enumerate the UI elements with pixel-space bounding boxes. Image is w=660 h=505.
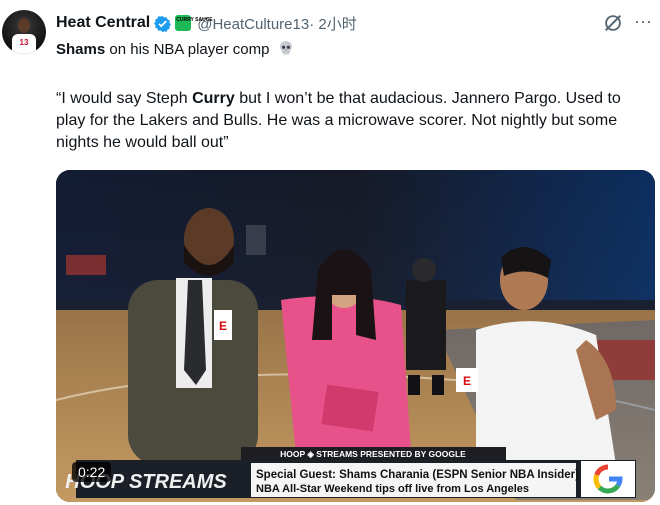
mention-shams: Shams [56, 41, 106, 58]
handle-text: @HeatCulture13 [197, 15, 310, 33]
skull-emoji-icon [279, 41, 292, 55]
avatar-head [18, 18, 30, 33]
quote-bold-curry: Curry [192, 90, 235, 107]
grok-icon[interactable] [602, 12, 624, 34]
guest-line: Special Guest: Shams Charania (ESPN Seni… [256, 469, 579, 481]
banner-top-text: HOOP ◈ STREAMS PRESENTED BY GOOGLE [280, 449, 466, 459]
line1-rest: on his NBA player comp [105, 41, 270, 58]
affiliate-badge-text: CURRY SAUCE [176, 17, 213, 23]
tweet: 13 Heat Central CURRY SAUCE @HeatCulture… [0, 0, 660, 505]
quote-part1: “I would say Steph [56, 90, 193, 107]
video-player[interactable]: E E HOOP ◈ STREAMS PRESENTED BY GOOGLE H… [56, 170, 655, 502]
mic-left-logo: E [219, 319, 227, 333]
ticker-line: NBA All-Star Weekend tips off live from … [256, 483, 529, 495]
tweet-header: Heat Central CURRY SAUCE @HeatCulture13·… [56, 12, 357, 34]
author-handle[interactable]: @HeatCulture13· 2小时 [197, 13, 356, 34]
video-frame: E E HOOP ◈ STREAMS PRESENTED BY GOOGLE H… [56, 170, 655, 502]
verified-badge-icon [154, 15, 172, 32]
affiliate-badge[interactable]: CURRY SAUCE [175, 15, 213, 31]
author-name[interactable]: Heat Central [56, 14, 150, 32]
tweet-quote-text: “I would say Steph Curry but I won’t be … [56, 88, 646, 154]
more-options-icon[interactable]: ··· [632, 12, 654, 34]
post-time[interactable]: · 2小时 [309, 16, 357, 33]
tweet-text-line1: Shams on his NBA player comp [56, 40, 294, 58]
mic-right-logo: E [463, 374, 471, 388]
avatar[interactable]: 13 [2, 10, 46, 54]
video-timestamp: 0:22 [72, 462, 112, 482]
avatar-jersey-number: 13 [19, 38, 29, 47]
